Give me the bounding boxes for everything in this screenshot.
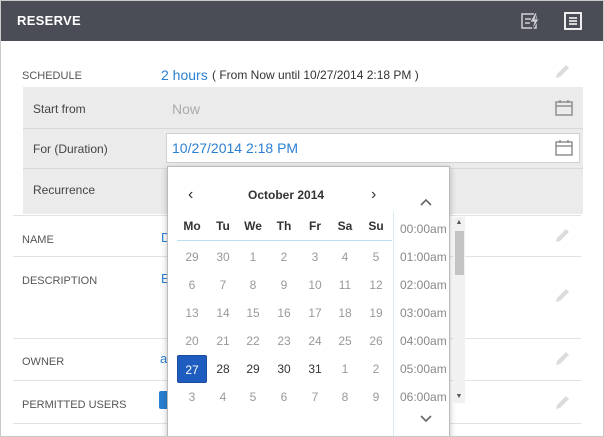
calendar-day[interactable]: 26 [361,327,391,355]
calendar-day[interactable]: 8 [238,271,268,299]
schedule-detail: ( From Now until 10/27/2014 2:18 PM ) [212,68,419,82]
scroll-up-arrow-icon[interactable]: ▲ [454,218,464,228]
calendar-day[interactable]: 29 [238,355,268,383]
start-from-value[interactable]: Now [172,101,200,117]
time-option[interactable]: 05:00am [400,362,460,376]
weekday-label: Su [368,219,384,233]
weekday-label: Sa [337,219,353,233]
time-option[interactable]: 00:00am [400,222,460,236]
calendar-day[interactable]: 6 [177,271,207,299]
calendar-day[interactable]: 1 [330,355,360,383]
divider [177,240,392,241]
calendar-day[interactable]: 19 [361,299,391,327]
calendar-day[interactable]: 1 [238,243,268,271]
calendar-day[interactable]: 23 [269,327,299,355]
edit-permitted-pencil-icon[interactable] [552,393,572,413]
owner-label: OWNER [22,356,65,368]
calendar-day[interactable]: 3 [300,243,330,271]
calendar-day[interactable]: 16 [269,299,299,327]
calendar-day[interactable]: 11 [330,271,360,299]
calendar-day[interactable]: 9 [269,271,299,299]
calendar-day[interactable]: 10 [300,271,330,299]
scrollbar-thumb[interactable] [455,231,464,275]
divider [393,212,394,436]
calendar-day[interactable]: 28 [208,355,238,383]
start-calendar-icon[interactable] [555,100,573,116]
prev-month-button[interactable]: ‹ [188,186,193,204]
calendar-day[interactable]: 22 [238,327,268,355]
calendar-day[interactable]: 12 [361,271,391,299]
start-from-row: Start from Now [23,87,583,127]
calendar-day[interactable]: 2 [361,355,391,383]
next-month-button[interactable]: › [371,186,376,204]
weekday-label: Mo [183,219,201,233]
recurrence-label: Recurrence [33,183,96,197]
duration-label: For (Duration) [33,142,108,156]
duration-input-value: 10/27/2014 2:18 PM [172,140,299,156]
permitted-users-label: PERMITTED USERS [22,399,127,411]
duration-input[interactable]: 10/27/2014 2:18 PM [166,133,580,163]
lightning-icon[interactable] [520,10,542,32]
calendar-day[interactable]: 3 [177,383,207,411]
time-option[interactable]: 02:00am [400,278,460,292]
calendar-day[interactable]: 15 [238,299,268,327]
calendar-day[interactable]: 4 [330,243,360,271]
panel-header: RESERVE [1,1,603,41]
calendar-day[interactable]: 9 [361,383,391,411]
calendar-day[interactable]: 7 [300,383,330,411]
calendar-day[interactable]: 31 [300,355,330,383]
calendar-day[interactable]: 20 [177,327,207,355]
weekday-label: Th [276,219,292,233]
name-label: NAME [22,234,54,246]
panel-title: RESERVE [17,13,81,28]
time-scroll-down-icon[interactable] [419,411,433,429]
weekday-label: Tu [216,219,230,233]
calendar-day[interactable]: 8 [330,383,360,411]
calendar-day[interactable]: 27 [177,355,207,383]
edit-description-pencil-icon[interactable] [552,286,572,306]
calendar-day[interactable]: 30 [269,355,299,383]
calendar-day[interactable]: 21 [208,327,238,355]
time-option[interactable]: 01:00am [400,250,460,264]
edit-owner-pencil-icon[interactable] [552,349,572,369]
month-label: October 2014 [248,188,325,202]
calendar-day[interactable]: 24 [300,327,330,355]
calendar-day[interactable]: 5 [238,383,268,411]
time-scrollbar[interactable]: ▲ ▼ [453,217,465,403]
calendar-day[interactable]: 30 [208,243,238,271]
calendar-day[interactable]: 4 [208,383,238,411]
calendar-day[interactable]: 14 [208,299,238,327]
calendar-day[interactable]: 29 [177,243,207,271]
start-from-label: Start from [33,102,86,116]
calendar-day[interactable]: 5 [361,243,391,271]
description-label: DESCRIPTION [22,275,98,287]
weekday-label: Fr [309,219,321,233]
calendar-day[interactable]: 2 [269,243,299,271]
calendar-day[interactable]: 25 [330,327,360,355]
time-scroll-up-icon[interactable] [419,194,433,212]
reserve-panel: RESERVE SCHEDULE 2 hours ( From Now unti… [0,0,604,437]
calendar-day[interactable]: 7 [208,271,238,299]
datetime-picker: ‹ October 2014 › Mo Tu We Th Fr Sa Su 29… [167,166,465,436]
calendar-day[interactable]: 6 [269,383,299,411]
list-icon[interactable] [562,10,584,32]
calendar-day[interactable]: 17 [300,299,330,327]
duration-link[interactable]: 2 hours [161,67,208,83]
time-option[interactable]: 03:00am [400,306,460,320]
calendar-day[interactable]: 18 [330,299,360,327]
scroll-down-arrow-icon[interactable]: ▼ [454,392,464,402]
calendar-day[interactable]: 13 [177,299,207,327]
time-option[interactable]: 06:00am [400,390,460,404]
edit-schedule-pencil-icon[interactable] [552,62,572,82]
edit-name-pencil-icon[interactable] [552,226,572,246]
schedule-label: SCHEDULE [22,70,82,82]
time-option[interactable]: 04:00am [400,334,460,348]
weekday-label: We [244,219,262,233]
duration-calendar-icon[interactable] [555,140,573,156]
